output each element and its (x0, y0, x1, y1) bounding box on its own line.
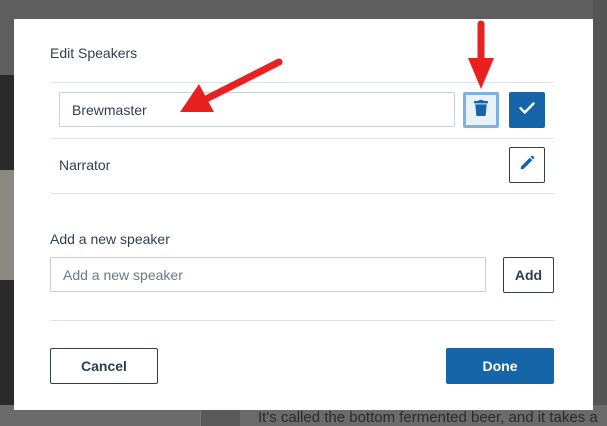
cancel-button[interactable]: Cancel (50, 348, 158, 384)
check-icon (519, 101, 535, 119)
edit-speaker-button[interactable] (509, 147, 545, 183)
edit-speakers-dialog: Edit Speakers Narrator Ad (14, 19, 593, 410)
speaker-name-input[interactable] (59, 92, 455, 127)
background-right-panel (593, 0, 607, 405)
delete-speaker-button[interactable] (463, 92, 499, 128)
confirm-speaker-button[interactable] (509, 92, 545, 128)
dialog-title: Edit Speakers (50, 45, 138, 61)
trash-icon (474, 99, 488, 121)
pencil-icon (519, 155, 535, 176)
new-speaker-input[interactable] (50, 257, 486, 292)
divider (50, 320, 554, 321)
background-transcript-text: It's called the bottom fermented beer, a… (258, 409, 598, 426)
background-image-strip (0, 170, 14, 280)
speaker-name-label: Narrator (59, 157, 111, 173)
add-speaker-button[interactable]: Add (503, 257, 554, 293)
divider (50, 138, 554, 139)
divider (50, 82, 554, 83)
add-speaker-label: Add a new speaker (50, 231, 170, 247)
divider (50, 193, 554, 194)
done-button[interactable]: Done (446, 348, 554, 384)
